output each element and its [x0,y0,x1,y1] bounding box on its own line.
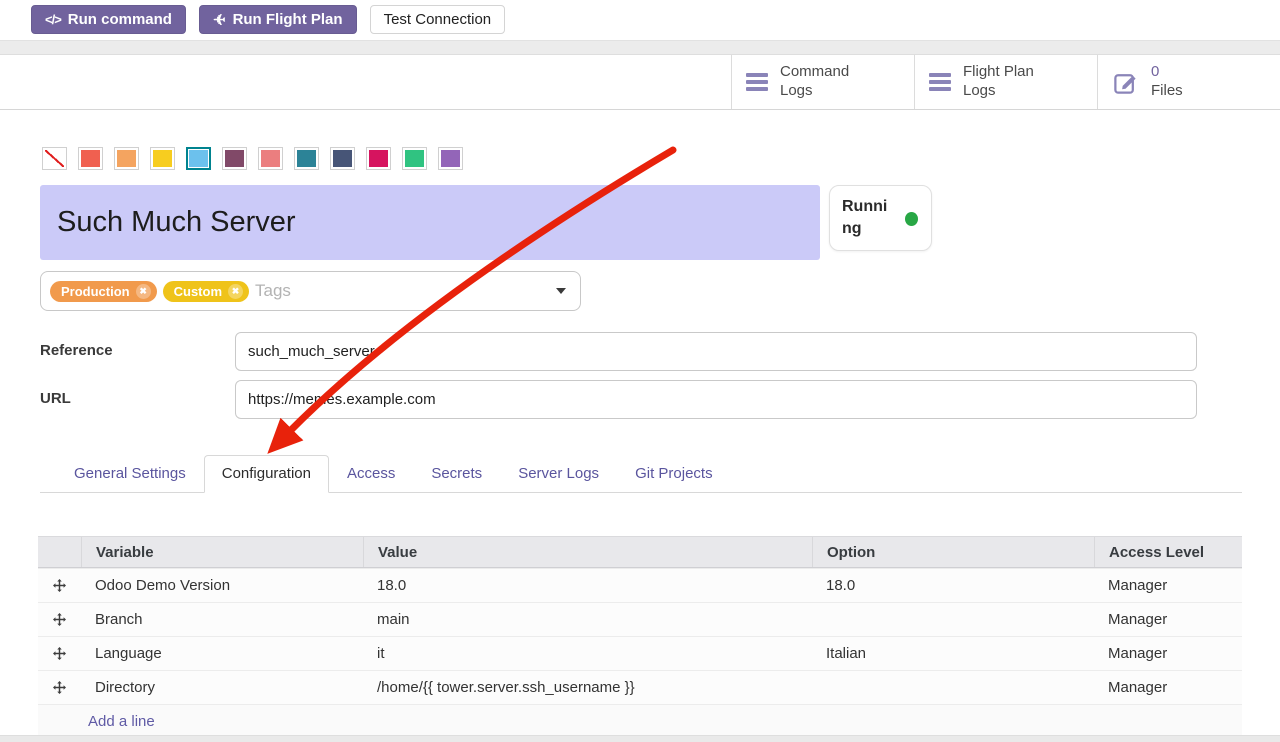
server-name-input[interactable]: Such Much Server [40,185,820,260]
cell-value: main [363,611,812,628]
status-label: Running [842,196,890,241]
reference-label: Reference [40,332,235,371]
list-icon [746,73,768,91]
handle-cell [38,647,81,660]
tab-git-projects[interactable]: Git Projects [617,455,731,493]
stat-buttons: Command Logs Flight Plan Logs 0Files [0,55,1280,110]
url-label: URL [40,380,235,419]
action-toolbar: </> Run command ✈ Run Flight Plan Test C… [0,0,1280,34]
color-swatch-9[interactable] [366,147,391,170]
table-row[interactable]: Branchmain Manager [38,602,1242,636]
table-body: Odoo Demo Version18.018.0Manager Branchm… [38,568,1242,704]
detail-form: Reference URL [40,332,1280,419]
url-field[interactable] [235,380,1197,419]
color-swatch-11[interactable] [438,147,463,170]
chevron-down-icon[interactable] [556,288,566,294]
form-sheet: Such Much Server Running Production✖Cust… [0,147,1280,738]
stat-button-label: 0Files [1151,63,1245,101]
cell-variable: Branch [81,611,363,628]
cell-access-level: Manager [1094,645,1242,662]
column-header-access-level: Access Level [1094,537,1242,567]
column-header-variable: Variable [81,537,363,567]
edit-icon [1112,69,1139,96]
color-swatch-none[interactable] [42,147,67,170]
cell-variable: Directory [81,679,363,696]
color-swatch-1[interactable] [78,147,103,170]
test-connection-button[interactable]: Test Connection [370,5,506,34]
stat-button-label: Flight Plan Logs [963,63,1057,101]
list-icon [929,73,951,91]
cell-access-level: Manager [1094,577,1242,594]
color-swatch-4[interactable] [186,147,211,170]
plane-icon: ✈ [213,11,226,29]
handle-cell [38,613,81,626]
tags-placeholder: Tags [255,281,291,301]
tab-access[interactable]: Access [329,455,413,493]
column-header-value: Value [363,537,812,567]
reference-field[interactable] [235,332,1197,371]
tab-general-settings[interactable]: General Settings [56,455,204,493]
table-row[interactable]: Odoo Demo Version18.018.0Manager [38,568,1242,602]
title-row: Such Much Server Running [40,185,932,260]
drag-handle-icon[interactable] [53,681,66,694]
table-row[interactable]: LanguageitItalianManager [38,636,1242,670]
color-picker [42,147,1280,170]
run-flight-plan-label: Run Flight Plan [233,11,343,28]
color-swatch-8[interactable] [330,147,355,170]
cell-value: it [363,645,812,662]
status-button[interactable]: Running [829,185,932,251]
remove-tag-icon[interactable]: ✖ [136,284,151,299]
cell-option: Italian [812,645,1094,662]
column-header-option: Option [812,537,1094,567]
notebook-tabs: General SettingsConfigurationAccessSecre… [40,455,1242,493]
drag-handle-icon[interactable] [53,647,66,660]
cell-access-level: Manager [1094,611,1242,628]
table-header-row: Variable Value Option Access Level [38,536,1242,568]
page-background-strip [0,40,1280,55]
stat-button-label: Command Logs [780,63,874,101]
bottom-page-strip [0,735,1280,742]
run-flight-plan-button[interactable]: ✈ Run Flight Plan [199,5,357,34]
table-row[interactable]: Directory/home/{{ tower.server.ssh_usern… [38,670,1242,704]
stat-button-command-logs[interactable]: Command Logs [731,55,914,109]
stat-button-flight-plan-logs[interactable]: Flight Plan Logs [914,55,1097,109]
handle-cell [38,681,81,694]
cell-value: 18.0 [363,577,812,594]
color-swatch-5[interactable] [222,147,247,170]
cell-option: 18.0 [812,577,1094,594]
tab-server-logs[interactable]: Server Logs [500,455,617,493]
tab-configuration[interactable]: Configuration [204,455,329,493]
tab-secrets[interactable]: Secrets [413,455,500,493]
drag-handle-icon[interactable] [53,613,66,626]
tags-input[interactable]: Production ✖ Custom ✖ Tags [40,271,581,311]
column-header-handle [38,537,81,567]
tag-pills: Production ✖ Custom ✖ [50,281,255,302]
configuration-table: Variable Value Option Access Level Odoo … [38,536,1242,738]
tag-custom: Custom ✖ [163,281,249,302]
tag-label: Production [61,284,130,299]
cell-variable: Odoo Demo Version [81,577,363,594]
cell-access-level: Manager [1094,679,1242,696]
color-swatch-6[interactable] [258,147,283,170]
stat-button-value: 0 [1151,63,1159,80]
cell-value: /home/{{ tower.server.ssh_username }} [363,679,812,696]
color-swatch-7[interactable] [294,147,319,170]
test-connection-label: Test Connection [384,11,492,28]
add-line-row: Add a line [38,704,1242,738]
run-command-button[interactable]: </> Run command [31,5,186,34]
tag-production: Production ✖ [50,281,157,302]
stat-button-files[interactable]: 0Files [1097,55,1280,109]
color-swatch-3[interactable] [150,147,175,170]
handle-cell [38,579,81,592]
add-a-line-link[interactable]: Add a line [88,713,155,730]
code-icon: </> [45,12,61,27]
status-running-dot [905,212,918,226]
tag-label: Custom [174,284,222,299]
drag-handle-icon[interactable] [53,579,66,592]
run-command-label: Run command [68,11,172,28]
cell-variable: Language [81,645,363,662]
color-swatch-2[interactable] [114,147,139,170]
color-swatch-10[interactable] [402,147,427,170]
remove-tag-icon[interactable]: ✖ [228,284,243,299]
